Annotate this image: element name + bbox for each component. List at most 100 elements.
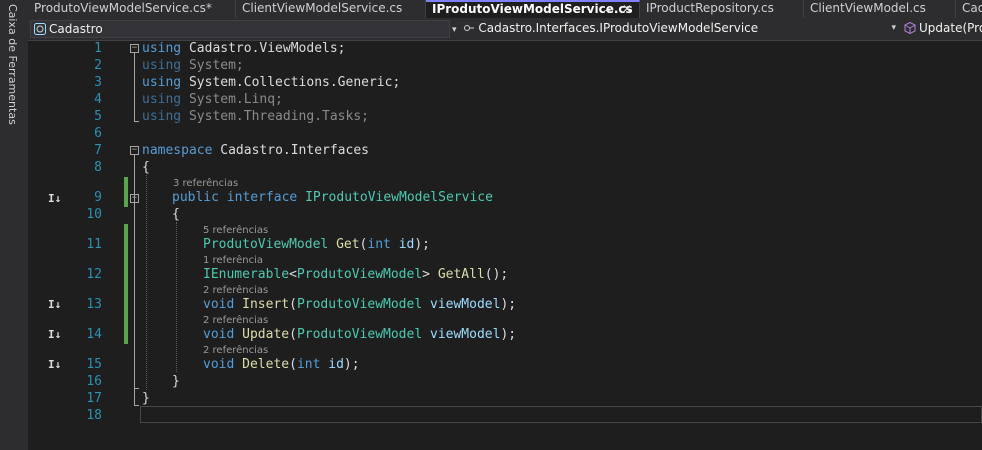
punctuation: ( (289, 297, 297, 312)
type-name: ProdutoViewModel (296, 297, 423, 312)
method-name: Delete (242, 357, 290, 372)
fold-guide (134, 121, 139, 122)
code-editor[interactable]: I↓ I↓ I↓ I↓ 1 2 3 4 5 6 7 8 9 10 11 12 1… (28, 41, 982, 450)
line-number: 6 (94, 126, 102, 141)
pin-icon[interactable]: ⊸ (604, 3, 613, 18)
method-cube-icon (904, 22, 916, 34)
code-line-3[interactable]: using System.Collections.Generic; (142, 75, 400, 90)
toolbox-label[interactable]: Caixa de Ferramentas (6, 4, 19, 125)
keyword: using (142, 75, 182, 90)
tab-client-view-model[interactable]: ClientViewModel.cs (804, 0, 956, 18)
code-line-1[interactable]: using Cadastro.ViewModels; (142, 41, 346, 56)
parameter-name: viewModel (430, 297, 501, 312)
code-line-13[interactable]: void Insert(ProdutoViewModel viewModel); (203, 297, 516, 312)
punctuation: < (289, 267, 297, 282)
type-name: ProdutoViewModel (203, 237, 329, 252)
codelens-references[interactable]: 5 referências (203, 225, 268, 236)
codelens-references[interactable]: 2 referências (203, 315, 268, 326)
tab-label: ProdutoViewModelService.cs* (34, 1, 212, 15)
tab-produto-view-model-service[interactable]: ProdutoViewModelService.cs* (28, 0, 236, 18)
line-number: 5 (94, 109, 102, 124)
keyword: using (142, 109, 182, 124)
close-icon[interactable]: ✕ (622, 2, 632, 17)
method-name: Get (336, 237, 360, 252)
collapse-icon[interactable]: − (130, 146, 139, 155)
collapse-icon[interactable]: − (130, 194, 139, 203)
type-name: ProdutoViewModel (296, 267, 423, 282)
interface-icon (464, 25, 475, 31)
tab-iproduto-view-model-service[interactable]: IProdutoViewModelService.cs ⊸ ✕ (426, 0, 640, 18)
tab-label: IProductRepository.cs (646, 1, 774, 15)
tab-label: ClientViewModelService.cs (242, 1, 403, 15)
brace: { (142, 160, 150, 175)
code-line-15[interactable]: void Delete(int id); (203, 357, 360, 372)
codelens-references[interactable]: 2 referências (203, 285, 268, 296)
implementation-navigation-icon[interactable]: I↓ (48, 192, 61, 205)
codelens-references[interactable]: 3 referências (173, 178, 238, 189)
line-number: 10 (86, 207, 102, 222)
keyword: void (203, 357, 235, 372)
parameter-name: id (398, 237, 415, 252)
tab-label: IProdutoViewModelService.cs (432, 2, 633, 16)
implementation-navigation-icon[interactable]: I↓ (48, 298, 61, 311)
keyword: using (142, 92, 182, 107)
fold-guide (134, 388, 139, 389)
change-indicator (124, 177, 128, 207)
code-line-10[interactable]: { (172, 207, 180, 222)
project-name: Cadastro (49, 22, 103, 36)
code-line-9[interactable]: public interface IProdutoViewModelServic… (172, 190, 493, 205)
parameter-name: viewModel (430, 327, 501, 342)
code-line-2[interactable]: using System; (142, 58, 244, 73)
namespace-text: System.Threading.Tasks; (188, 109, 369, 124)
code-line-8[interactable]: { (142, 160, 150, 175)
codelens-references[interactable]: 2 referências (203, 345, 268, 356)
line-number: 14 (86, 327, 102, 342)
parameter-name: id (328, 357, 344, 372)
tab-iproduct-repository[interactable]: IProductRepository.cs (640, 0, 804, 18)
code-line-12[interactable]: IEnumerable<ProdutoViewModel> GetAll(); (203, 267, 508, 282)
navigation-bar: Cadastro ▾ Cadastro.Interfaces.IProdutoV… (28, 18, 982, 41)
keyword: void (203, 327, 235, 342)
code-line-5[interactable]: using System.Threading.Tasks; (142, 109, 369, 124)
namespace-text: System.Linq; (188, 92, 283, 107)
namespace-text: Cadastro.ViewModels; (188, 41, 346, 56)
fold-guide (134, 53, 135, 121)
indent-guide (146, 175, 147, 390)
tab-cad[interactable]: Cad (956, 0, 982, 18)
document-tab-bar: ProdutoViewModelService.cs* ClientViewMo… (28, 0, 982, 18)
collapse-icon[interactable]: − (130, 44, 139, 53)
type-name: IProdutoViewModelService (305, 190, 493, 205)
keyword: using (142, 58, 182, 73)
punctuation: ); (500, 327, 517, 342)
member-dropdown[interactable]: Update(Pro (901, 20, 982, 38)
code-line-16[interactable]: } (172, 374, 180, 389)
keyword: int (296, 357, 321, 372)
codelens-references[interactable]: 1 referência (203, 255, 263, 266)
method-name: Update (242, 327, 290, 342)
code-line-14[interactable]: void Update(ProdutoViewModel viewModel); (203, 327, 516, 342)
project-dropdown[interactable]: Cadastro (30, 20, 450, 38)
namespace-text: System; (188, 58, 244, 73)
brace: { (172, 207, 180, 222)
code-line-17[interactable]: } (142, 391, 150, 406)
tab-label: ClientViewModel.cs (810, 1, 926, 15)
method-name: Insert (242, 297, 290, 312)
implementation-navigation-icon[interactable]: I↓ (48, 358, 61, 371)
line-number: 1 (94, 41, 102, 56)
line-number: 9 (94, 190, 102, 205)
type-dropdown[interactable]: ▾ Cadastro.Interfaces.IProdutoViewModelS… (450, 20, 900, 38)
keyword: interface (226, 190, 298, 205)
punctuation: ( (289, 357, 297, 372)
punctuation: (); (484, 267, 509, 282)
type-name: ProdutoViewModel (296, 327, 423, 342)
tab-client-view-model-service[interactable]: ClientViewModelService.cs (236, 0, 426, 18)
line-number: 18 (86, 408, 102, 423)
code-line-7[interactable]: namespace Cadastro.Interfaces (142, 143, 369, 158)
toolbox-sidebar[interactable]: Caixa de Ferramentas (0, 0, 29, 450)
implementation-navigation-icon[interactable]: I↓ (48, 328, 61, 341)
line-number: 12 (86, 267, 102, 282)
code-line-11[interactable]: ProdutoViewModel Get(int id); (203, 237, 430, 252)
code-line-4[interactable]: using System.Linq; (142, 92, 283, 107)
fold-guide (134, 203, 135, 388)
brace: } (172, 374, 180, 389)
